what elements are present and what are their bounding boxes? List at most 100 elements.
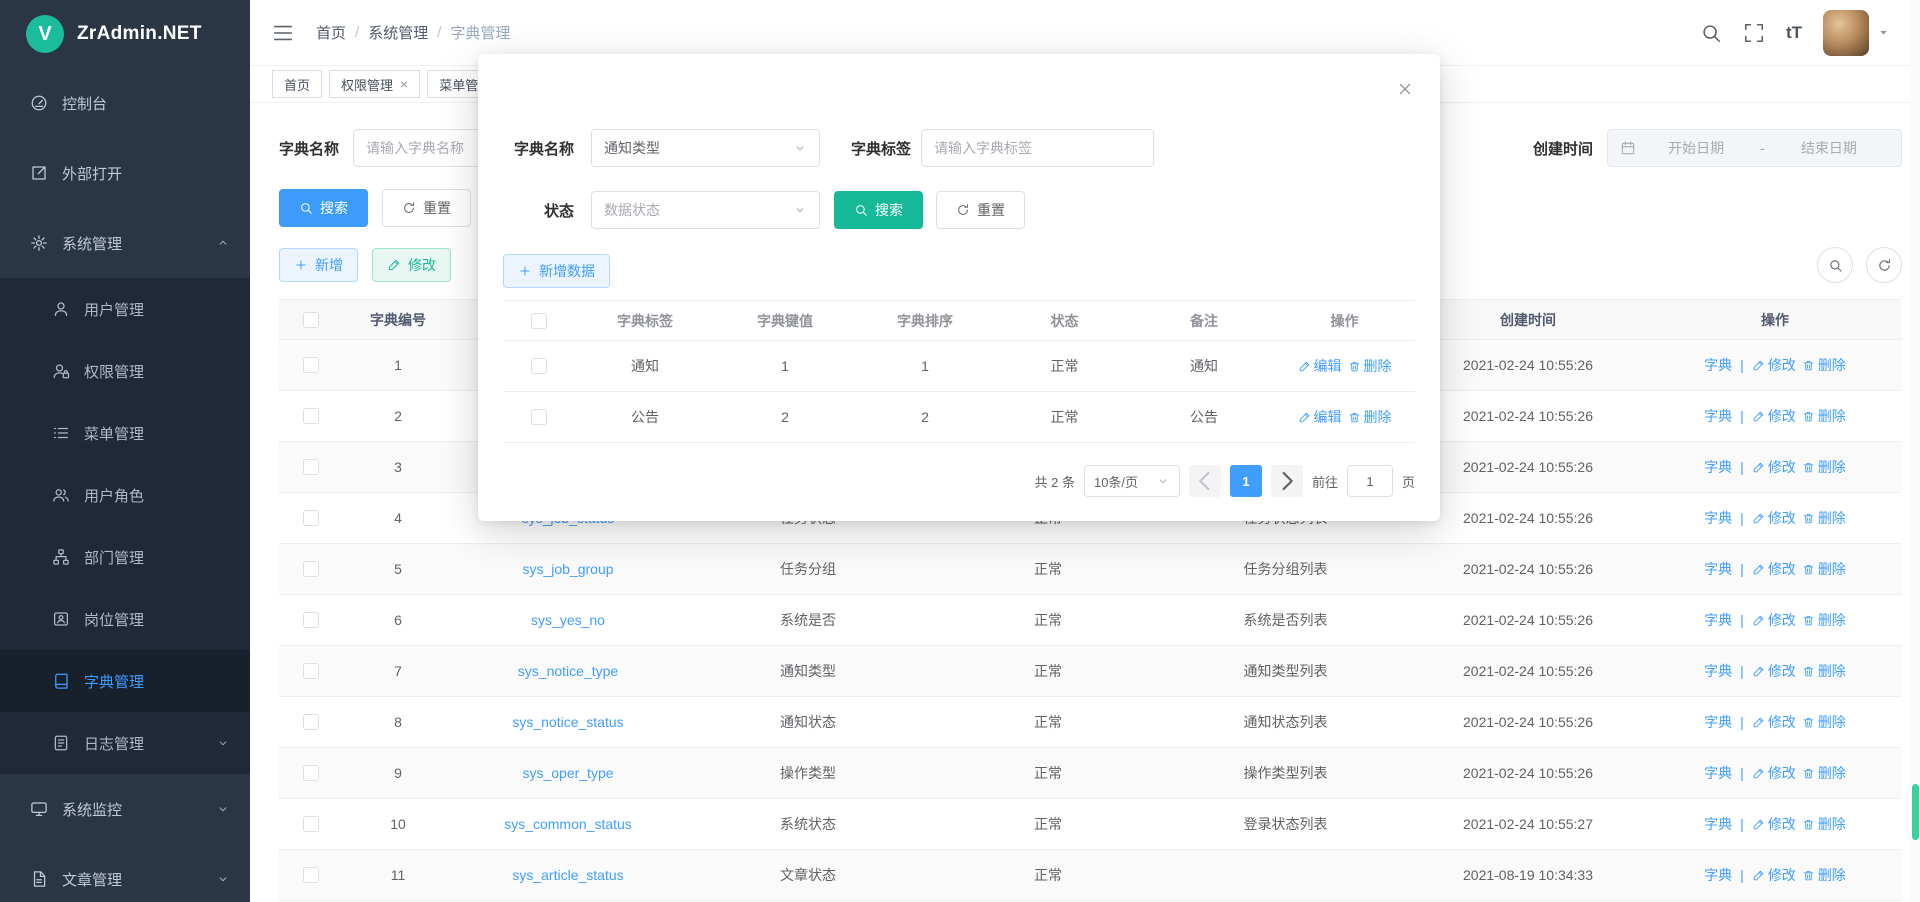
row-edit-link[interactable]: 编辑	[1298, 407, 1342, 427]
next-page-button[interactable]	[1271, 465, 1303, 497]
sidebar-item-dept-mgmt[interactable]: 部门管理	[0, 526, 250, 588]
row-delete-link[interactable]: 删除	[1348, 356, 1392, 376]
sidebar-item-dashboard[interactable]: 控制台	[0, 68, 250, 138]
user-menu[interactable]	[1823, 10, 1890, 56]
row-delete-link[interactable]: 删除	[1802, 508, 1846, 528]
row-edit-link[interactable]: 修改	[1752, 610, 1796, 630]
row-delete-link[interactable]: 删除	[1802, 763, 1846, 783]
row-edit-link[interactable]: 修改	[1752, 814, 1796, 834]
sidebar-item-external-open[interactable]: 外部打开	[0, 138, 250, 208]
table-row[interactable]: 7sys_notice_type通知类型正常通知类型列表2021-02-24 1…	[279, 646, 1902, 697]
table-row[interactable]: 8sys_notice_status通知状态正常通知状态列表2021-02-24…	[279, 697, 1902, 748]
dict-data-link[interactable]: 字典	[1704, 610, 1732, 630]
modal-dict-name-select[interactable]: 通知类型	[591, 129, 820, 167]
dict-data-link[interactable]: 字典	[1704, 865, 1732, 885]
tab-1[interactable]: 权限管理×	[329, 70, 420, 98]
breadcrumb-item-0[interactable]: 首页	[316, 22, 346, 43]
row-delete-link[interactable]: 删除	[1348, 407, 1392, 427]
row-delete-link[interactable]: 删除	[1802, 457, 1846, 477]
dict-type-link[interactable]: sys_yes_no	[531, 612, 605, 628]
sidebar-item-system-mgmt[interactable]: 系统管理	[0, 208, 250, 278]
row-edit-link[interactable]: 修改	[1752, 457, 1796, 477]
table-refresh-button[interactable]	[1866, 247, 1902, 283]
row-edit-link[interactable]: 修改	[1752, 406, 1796, 426]
row-delete-link[interactable]: 删除	[1802, 559, 1846, 579]
app-logo[interactable]: V ZrAdmin.NET	[0, 0, 250, 68]
header-search-button[interactable]	[1700, 22, 1722, 44]
dict-data-link[interactable]: 字典	[1704, 508, 1732, 528]
row-select-checkbox[interactable]	[303, 867, 319, 883]
sidebar-item-dict-mgmt[interactable]: 字典管理	[0, 650, 250, 712]
sidebar-item-sys-monitor[interactable]: 系统监控	[0, 774, 250, 844]
fullscreen-button[interactable]	[1743, 22, 1765, 44]
row-delete-link[interactable]: 删除	[1802, 406, 1846, 426]
create-time-range-picker[interactable]: 开始日期 - 结束日期	[1607, 129, 1902, 167]
page-size-select[interactable]: 10条/页	[1084, 465, 1180, 497]
reset-button[interactable]: 重置	[382, 189, 471, 227]
dict-type-link[interactable]: sys_oper_type	[522, 765, 613, 781]
row-delete-link[interactable]: 删除	[1802, 814, 1846, 834]
row-select-checkbox[interactable]	[303, 816, 319, 832]
row-edit-link[interactable]: 修改	[1752, 661, 1796, 681]
sidebar-item-menu-mgmt[interactable]: 菜单管理	[0, 402, 250, 464]
row-edit-link[interactable]: 编辑	[1298, 356, 1342, 376]
table-row[interactable]: 10sys_common_status系统状态正常登录状态列表2021-02-2…	[279, 799, 1902, 850]
row-select-checkbox[interactable]	[303, 561, 319, 577]
row-delete-link[interactable]: 删除	[1802, 661, 1846, 681]
select-all-checkbox[interactable]	[303, 312, 319, 328]
tab-0[interactable]: 首页	[272, 70, 322, 98]
page-scrollbar[interactable]	[1911, 0, 1920, 902]
modal-status-select[interactable]: 数据状态	[591, 191, 820, 229]
dialog-close-button[interactable]	[1396, 80, 1414, 98]
modal-reset-button[interactable]: 重置	[936, 191, 1025, 229]
table-row[interactable]: 6sys_yes_no系统是否正常系统是否列表2021-02-24 10:55:…	[279, 595, 1902, 646]
table-search-toggle-button[interactable]	[1817, 247, 1853, 283]
row-select-checkbox[interactable]	[303, 612, 319, 628]
sidebar-toggle-button[interactable]	[272, 22, 294, 44]
table-row[interactable]: 9sys_oper_type操作类型正常操作类型列表2021-02-24 10:…	[279, 748, 1902, 799]
sidebar-item-user-role[interactable]: 用户角色	[0, 464, 250, 526]
sidebar-item-user-mgmt[interactable]: 用户管理	[0, 278, 250, 340]
dict-data-link[interactable]: 字典	[1704, 661, 1732, 681]
dict-data-link[interactable]: 字典	[1704, 457, 1732, 477]
row-select-checkbox[interactable]	[303, 459, 319, 475]
row-edit-link[interactable]: 修改	[1752, 508, 1796, 528]
dict-type-link[interactable]: sys_common_status	[504, 816, 632, 832]
table-row[interactable]: 公告22正常公告编辑删除	[503, 392, 1415, 443]
dict-type-link[interactable]: sys_article_status	[512, 867, 623, 883]
dict-data-link[interactable]: 字典	[1704, 814, 1732, 834]
modal-add-data-button[interactable]: 新增数据	[503, 254, 610, 288]
dict-type-link[interactable]: sys_job_group	[522, 561, 613, 577]
add-button[interactable]: 新增	[279, 248, 358, 282]
sidebar-item-log-mgmt[interactable]: 日志管理	[0, 712, 250, 774]
row-edit-link[interactable]: 修改	[1752, 355, 1796, 375]
row-edit-link[interactable]: 修改	[1752, 865, 1796, 885]
sidebar-item-article-mgmt[interactable]: 文章管理	[0, 844, 250, 902]
row-select-checkbox[interactable]	[303, 714, 319, 730]
dict-data-link[interactable]: 字典	[1704, 763, 1732, 783]
select-all-checkbox[interactable]	[531, 313, 547, 329]
row-select-checkbox[interactable]	[303, 357, 319, 373]
row-select-checkbox[interactable]	[531, 358, 547, 374]
page-number-1[interactable]: 1	[1230, 465, 1262, 497]
dict-data-link[interactable]: 字典	[1704, 355, 1732, 375]
font-size-button[interactable]: tT	[1786, 23, 1802, 43]
row-select-checkbox[interactable]	[303, 510, 319, 526]
row-select-checkbox[interactable]	[303, 765, 319, 781]
row-delete-link[interactable]: 删除	[1802, 610, 1846, 630]
row-edit-link[interactable]: 修改	[1752, 763, 1796, 783]
dict-data-link[interactable]: 字典	[1704, 406, 1732, 426]
modal-search-button[interactable]: 搜索	[834, 191, 923, 229]
table-row[interactable]: 通知11正常通知编辑删除	[503, 341, 1415, 392]
table-row[interactable]: 5sys_job_group任务分组正常任务分组列表2021-02-24 10:…	[279, 544, 1902, 595]
row-select-checkbox[interactable]	[303, 663, 319, 679]
sidebar-item-perm-mgmt[interactable]: 权限管理	[0, 340, 250, 402]
sidebar-item-post-mgmt[interactable]: 岗位管理	[0, 588, 250, 650]
dict-data-link[interactable]: 字典	[1704, 559, 1732, 579]
prev-page-button[interactable]	[1189, 465, 1221, 497]
row-select-checkbox[interactable]	[303, 408, 319, 424]
breadcrumb-item-1[interactable]: 系统管理	[368, 22, 428, 43]
row-delete-link[interactable]: 删除	[1802, 712, 1846, 732]
goto-page-input[interactable]	[1347, 465, 1393, 497]
modal-dict-label-input[interactable]	[921, 129, 1154, 167]
